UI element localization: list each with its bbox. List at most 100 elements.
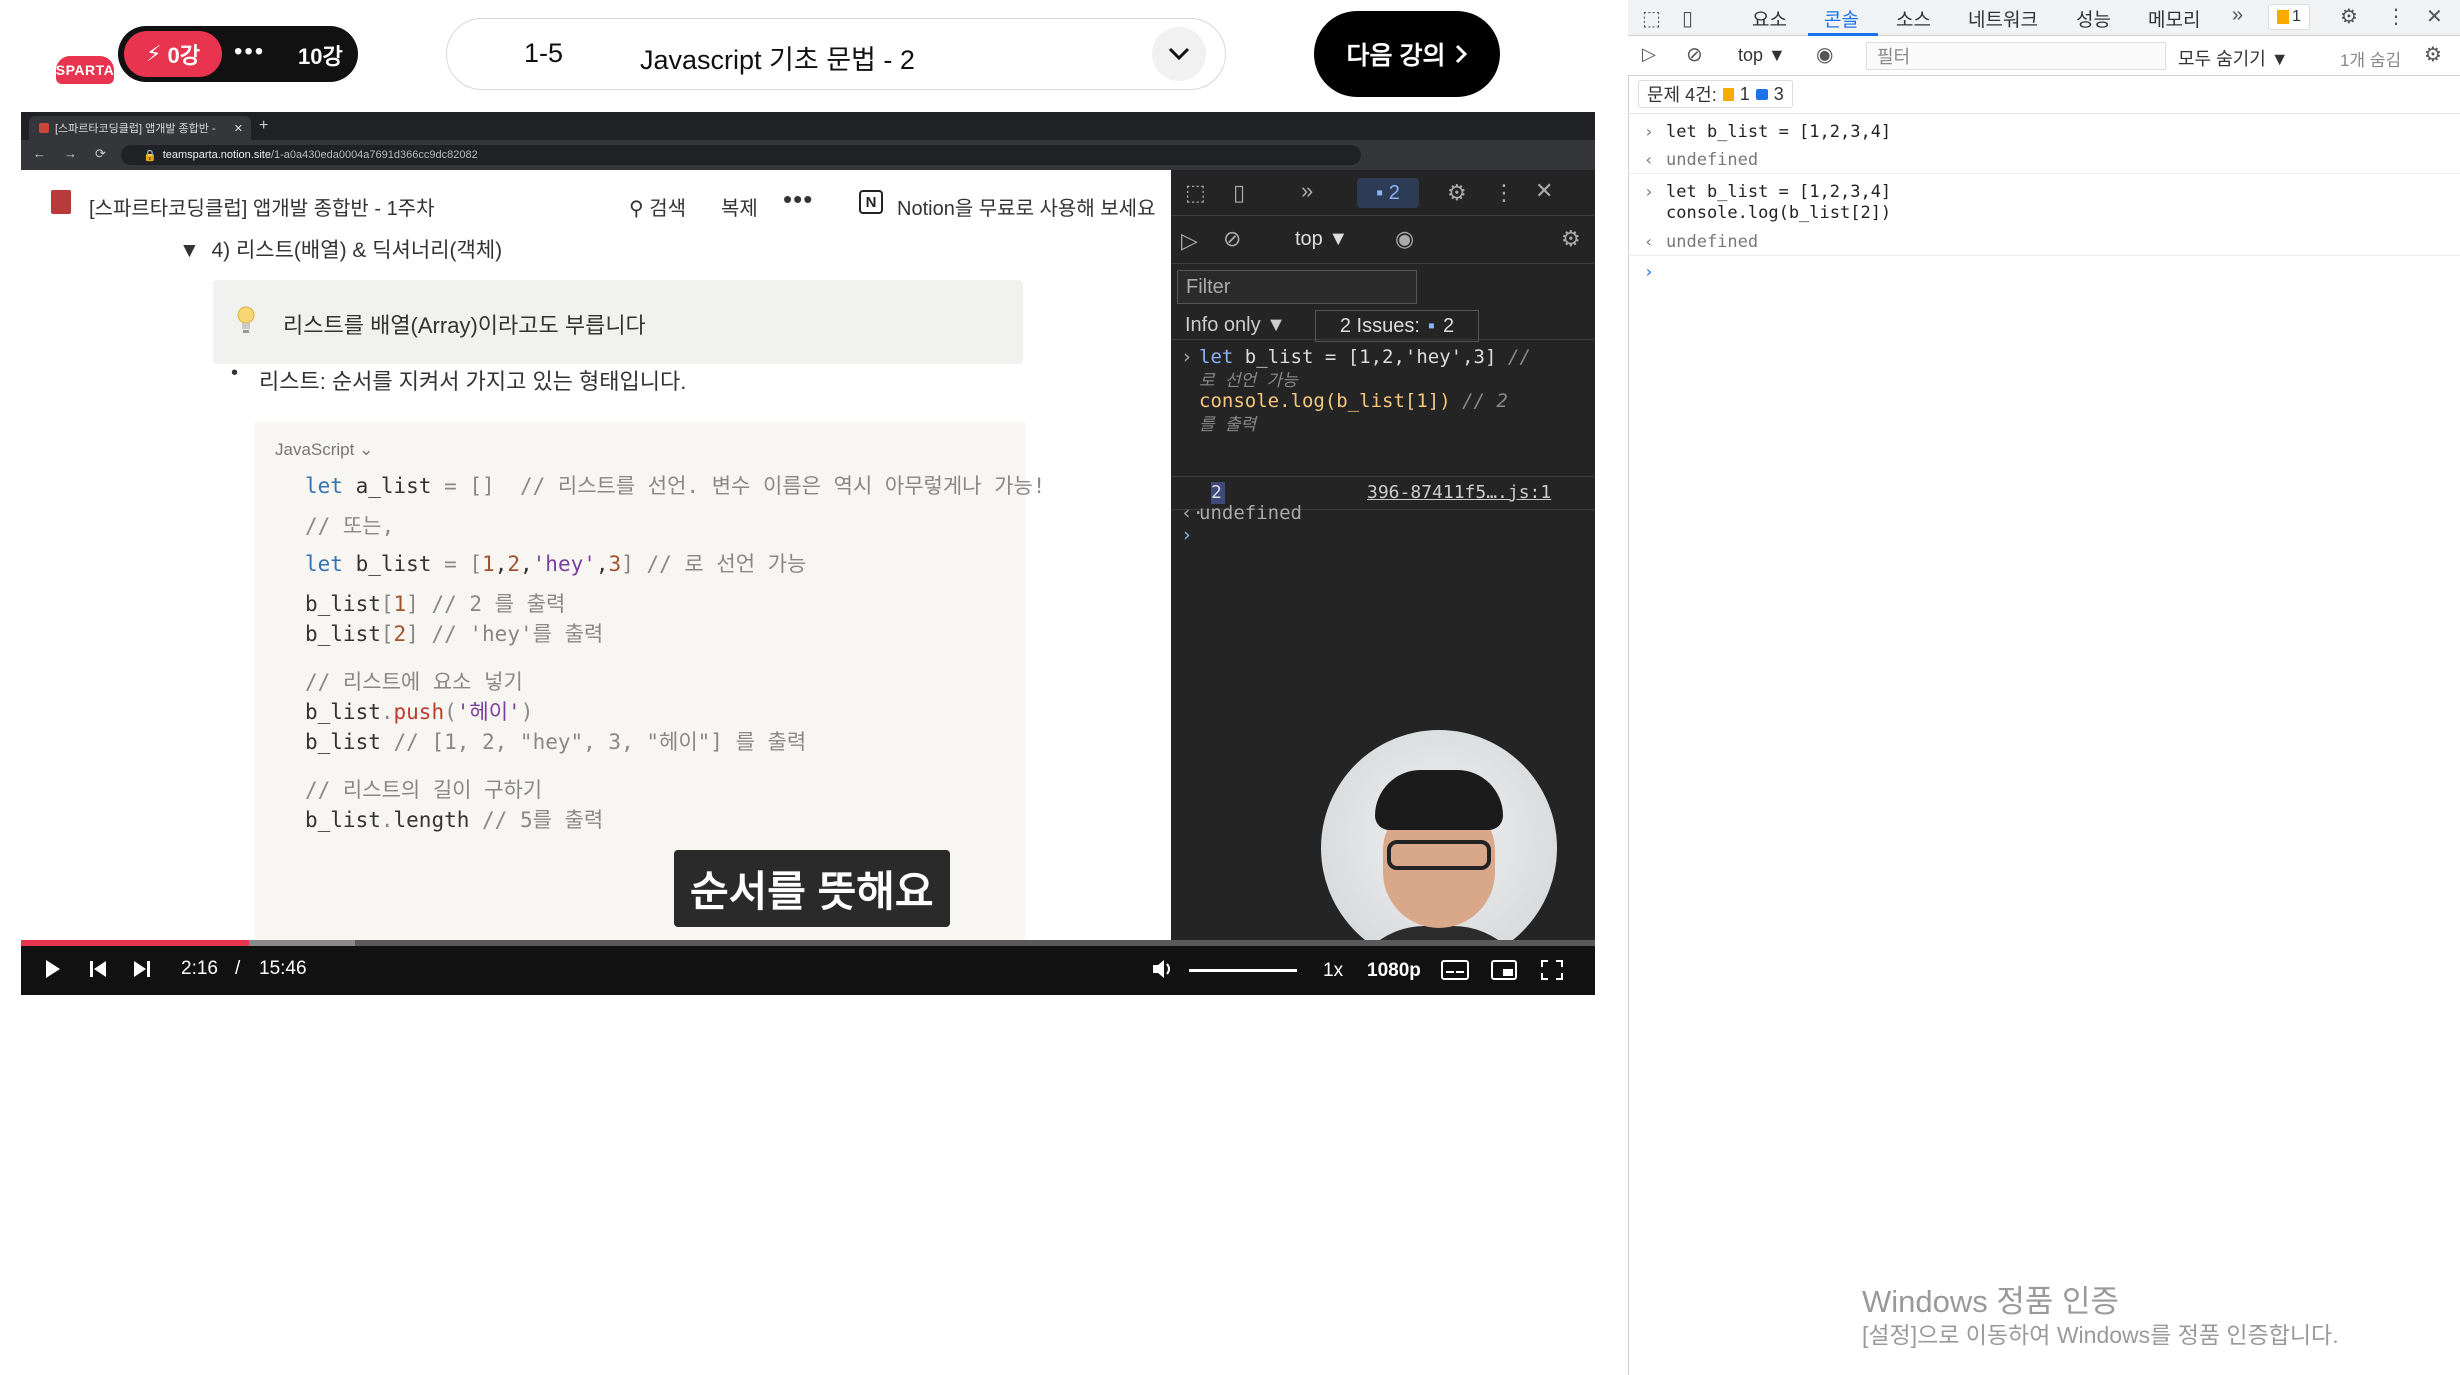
notion-page: [스파르타코딩클럽] 앱개발 종합반 - 1주차 ⚲ 검색 복제 ••• N N… <box>21 170 1171 940</box>
code-line: let b_list = [1,2,'hey',3] // 로 선언 가능 <box>305 552 807 576</box>
gear-icon[interactable]: ⚙ <box>2424 42 2442 67</box>
video-console-input: let b_list = [1,2,'hey',3] // <box>1199 346 1531 368</box>
more-tabs-icon: » <box>1301 178 1314 203</box>
code-line: // 리스트에 요소 넣기 <box>305 670 523 694</box>
gear-icon: ⚙ <box>1561 226 1581 251</box>
device-toggle-icon[interactable]: ▯ <box>1682 6 1693 31</box>
video-console-comment: 를 출력 <box>1199 415 1257 435</box>
time-total: 15:46 <box>259 958 307 979</box>
issues-warning-count: 1 <box>1739 83 1750 104</box>
sidebar-toggle-icon: ▷ <box>1181 228 1198 253</box>
more-icon: ••• <box>783 184 814 214</box>
issues-count: 2 <box>1388 181 1400 204</box>
sparta-logo[interactable]: SPARTA <box>56 56 114 84</box>
gear-icon: ⚙ <box>1447 180 1467 205</box>
close-icon: ✕ <box>1535 178 1554 203</box>
current-lesson-count: 0강 <box>167 43 200 68</box>
inspect-icon[interactable]: ⬚ <box>1642 6 1661 31</box>
video-quality[interactable]: 1080p <box>1367 960 1421 982</box>
devtools-tab-performance[interactable]: 성능 <box>2076 5 2111 32</box>
windows-activation-title: Windows 정품 인증 <box>1862 1284 2120 1319</box>
tab-close-icon: ✕ <box>233 122 243 135</box>
sidebar-toggle-icon[interactable]: ▷ <box>1642 44 1656 65</box>
captions-icon[interactable] <box>1441 960 1469 980</box>
notion-page-title: [스파르타코딩클럽] 앱개발 종합반 - 1주차 <box>89 198 435 220</box>
lesson-dropdown-button[interactable] <box>1152 27 1206 81</box>
code-language-label: JavaScript ⌄ <box>275 440 373 460</box>
video-browser-tab: [스파르타코딩클럽] 앱개발 종합반 - ✕ <box>29 116 251 140</box>
code-line: b_list[1] // 2 를 출력 <box>305 592 566 616</box>
console-output: undefined <box>1666 150 1759 170</box>
code-line: b_list.length // 5를 출력 <box>305 808 604 832</box>
previous-icon[interactable] <box>89 960 107 978</box>
console-filter-input[interactable]: 필터 <box>1866 42 2166 70</box>
code-line: b_list // [1, 2, "hey", 3, "헤이"] 를 출력 <box>305 730 807 754</box>
windows-activation-subtitle: [설정]으로 이동하여 Windows를 정품 인증합니다. <box>1862 1322 2339 1348</box>
console-prompt[interactable]: › <box>1644 262 1654 281</box>
console-hidden-count: 1개 숨김 <box>2340 51 2402 70</box>
more-tabs-icon[interactable]: » <box>2232 4 2243 27</box>
playback-speed[interactable]: 1x <box>1323 960 1343 982</box>
return-arrow-icon: ‹ <box>1644 232 1654 251</box>
next-icon[interactable] <box>133 960 151 978</box>
video-console-input: console.log(b_list[1]) // 2 <box>1199 390 1508 412</box>
devtools-warning-badge[interactable]: 1 <box>2268 4 2310 30</box>
video-devtools-issues-button: 2 Issues: ▪ 2 <box>1315 310 1479 342</box>
lesson-title: Javascript 기초 문법 - 2 <box>640 45 915 75</box>
url-path: /1-a0a430eda0004a7691d366cc9dc82082 <box>270 149 478 161</box>
clear-console-icon[interactable]: ⊘ <box>1686 42 1703 67</box>
search-icon: ⚲ <box>629 198 644 220</box>
browser-nav-icons: ←→⟳ <box>33 146 124 161</box>
fullscreen-icon[interactable] <box>1541 960 1563 980</box>
prompt-chevron-icon: › <box>1181 524 1193 546</box>
close-icon[interactable]: ✕ <box>2426 4 2443 29</box>
code-line: // 리스트의 길이 구하기 <box>305 778 543 802</box>
gear-icon[interactable]: ⚙ <box>2340 4 2358 29</box>
prompt-chevron-icon: › <box>1644 182 1654 201</box>
console-issues-button[interactable]: 문제 4건: 1 3 <box>1638 80 1793 108</box>
warning-count: 1 <box>2292 8 2301 25</box>
notion-logo-icon: N <box>859 190 883 214</box>
time-separator: / <box>235 958 241 979</box>
eye-icon[interactable]: ◉ <box>1816 42 1833 67</box>
kebab-icon: ⋮ <box>1493 180 1515 205</box>
time-current: 2:16 <box>181 958 218 979</box>
warning-icon <box>2277 10 2290 24</box>
devtools-tab-network[interactable]: 네트워크 <box>1968 5 2038 32</box>
volume-icon[interactable] <box>1151 958 1175 980</box>
kebab-icon[interactable]: ⋮ <box>2386 4 2406 29</box>
video-console-log-value: 2 <box>1211 482 1225 504</box>
devtools-tab-elements[interactable]: 요소 <box>1752 5 1787 32</box>
player-controls <box>21 946 1595 995</box>
toggle-heading: ▼ 4) 리스트(배열) & 딕셔너리(객체) <box>179 234 502 264</box>
message-icon: ▪ <box>1427 314 1435 337</box>
notion-duplicate: 복제 <box>721 198 758 220</box>
video-console-log-source: 396-87411f5….js:1 <box>1367 482 1552 503</box>
volume-slider[interactable] <box>1189 969 1297 972</box>
video-browser-tabstrip <box>21 112 1595 140</box>
next-lesson-button[interactable]: 다음 강의 <box>1314 11 1500 97</box>
issues-label: 2 Issues: <box>1339 314 1420 337</box>
code-line: let a_list = [] // 리스트를 선언. 변수 이름은 역시 아무… <box>305 474 1046 498</box>
notion-cta: Notion을 무료로 사용해 보세요 <box>897 198 1156 220</box>
prompt-chevron-icon: › <box>1181 346 1193 368</box>
eye-icon: ◉ <box>1395 226 1415 251</box>
notion-search-label: 검색 <box>649 198 687 220</box>
console-input: let b_list = [1,2,3,4] <box>1666 122 1892 142</box>
console-levels-select[interactable]: 모두 숨기기 ▼ <box>2178 45 2289 71</box>
warning-icon <box>1722 87 1734 101</box>
lock-icon: 🔒 <box>143 149 157 162</box>
console-input: let b_list = [1,2,3,4] console.log(b_lis… <box>1666 182 1892 223</box>
video-player[interactable]: [스파르타코딩클럽] 앱개발 종합반 - ✕ + ←→⟳ 🔒 teamspart… <box>21 112 1595 995</box>
url-host: teamsparta.notion.site <box>162 149 271 161</box>
picture-in-picture-icon[interactable] <box>1491 960 1517 980</box>
devtools-tab-sources[interactable]: 소스 <box>1896 5 1931 32</box>
devtools-tab-console[interactable]: 콘솔 <box>1824 5 1859 32</box>
devtools-tab-memory[interactable]: 메모리 <box>2148 5 2200 32</box>
progress-dots-icon: ••• <box>234 38 266 65</box>
prompt-chevron-icon: › <box>1644 122 1654 141</box>
play-icon[interactable] <box>45 959 61 979</box>
lesson-number: 1-5 <box>524 38 564 68</box>
code-language-text: JavaScript <box>275 440 355 459</box>
console-context-select[interactable]: top ▼ <box>1738 45 1786 66</box>
